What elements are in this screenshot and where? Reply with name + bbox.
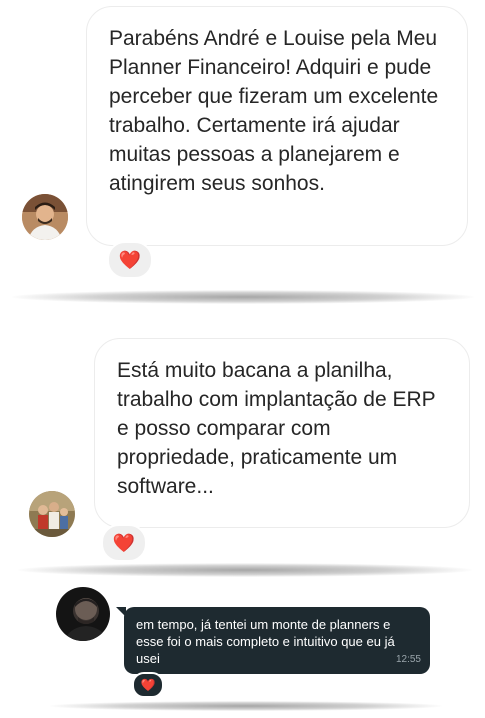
message-text: Parabéns André e Louise pela Meu Planner…	[109, 27, 439, 195]
message-bubble: Está muito bacana a planilha, trabalho c…	[94, 338, 470, 528]
message-text: em tempo, já tentei um monte de planners…	[136, 617, 395, 666]
card-shadow	[18, 563, 472, 577]
family-avatar-icon	[29, 491, 75, 537]
message-text: Está muito bacana a planilha, trabalho c…	[117, 359, 436, 498]
reaction-badge[interactable]: ❤️	[107, 241, 153, 279]
avatar[interactable]	[22, 194, 68, 240]
heart-icon: ❤️	[118, 249, 142, 270]
person-avatar-icon	[22, 194, 68, 240]
heart-icon: ❤️	[112, 532, 136, 553]
message-bubble: Parabéns André e Louise pela Meu Planner…	[86, 6, 468, 246]
heart-icon: ❤️	[140, 678, 156, 692]
chat-message-bubble: em tempo, já tentei um monte de planners…	[124, 607, 430, 674]
card-shadow	[50, 701, 442, 711]
avatar[interactable]	[29, 491, 75, 537]
person-avatar-icon	[56, 587, 110, 641]
card-shadow	[12, 290, 474, 304]
avatar[interactable]	[56, 587, 110, 641]
reaction-badge[interactable]: ❤️	[132, 672, 164, 698]
reaction-badge[interactable]: ❤️	[101, 524, 147, 562]
message-time: 12:55	[395, 654, 421, 665]
